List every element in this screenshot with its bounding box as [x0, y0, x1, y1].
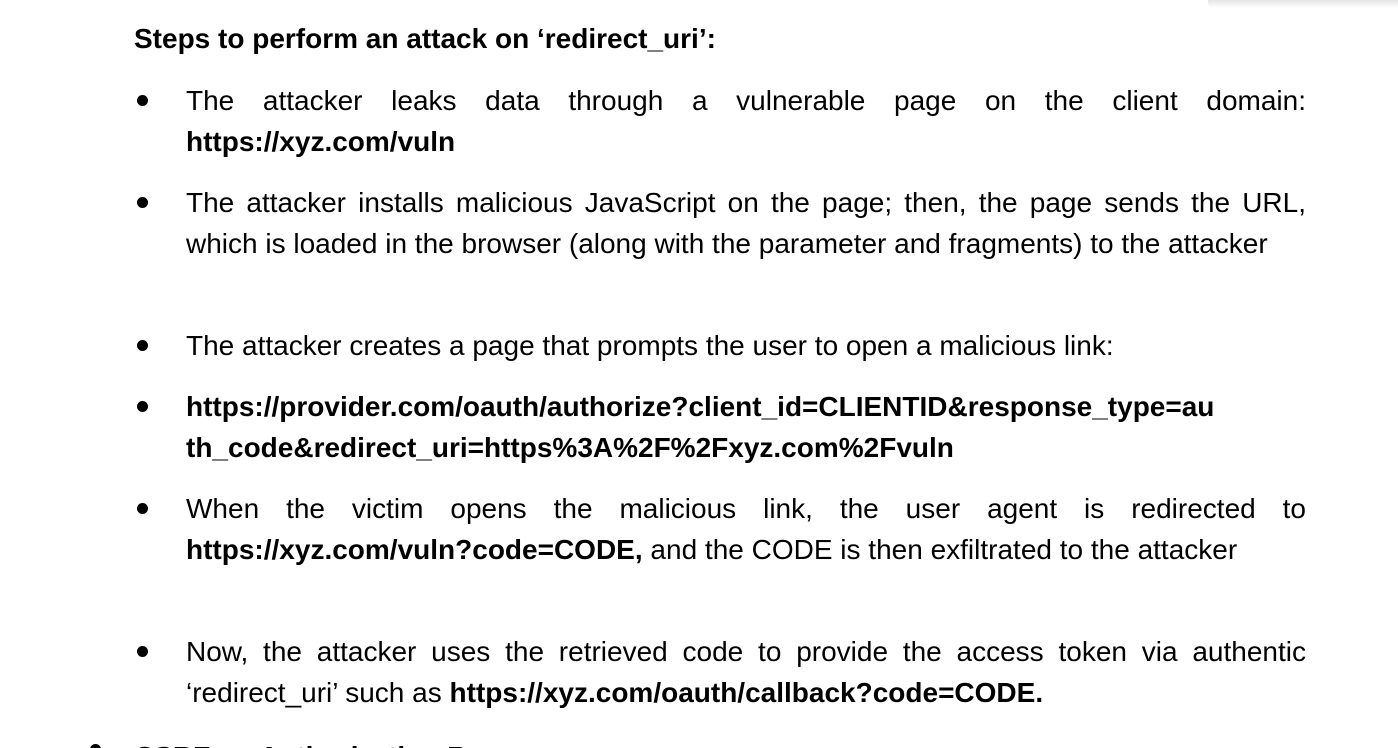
bullet-icon	[137, 340, 148, 351]
bullet-icon	[137, 401, 148, 412]
document-page: Steps to perform an attack on ‘redirect_…	[0, 0, 1398, 748]
step-text: The attacker creates a page that prompts…	[186, 325, 1306, 366]
step-text-part: The attacker installs malicious JavaScri…	[186, 187, 1306, 259]
step-text: When the victim opens the malicious link…	[186, 488, 1306, 570]
step-text: Now, the attacker uses the retrieved cod…	[186, 631, 1306, 713]
bullet-icon	[137, 197, 148, 208]
bullet-icon	[90, 744, 101, 748]
step-text-part: and the CODE is then exfiltrated to the …	[642, 534, 1238, 565]
bullet-icon	[137, 503, 148, 514]
step-link-text: https://xyz.com/vuln?code=CODE,	[186, 534, 643, 565]
next-section-heading: CSRF on Authorization Response	[134, 736, 581, 748]
step-text: The attacker leaks data through a vulner…	[186, 80, 1306, 162]
step-text-part: The attacker leaks data through a vulner…	[186, 85, 1306, 116]
step-link-text: https://provider.com/oauth/authorize?cli…	[186, 391, 1215, 463]
step-text-part: The attacker creates a page that prompts…	[186, 330, 1114, 361]
section-heading: Steps to perform an attack on ‘redirect_…	[134, 23, 716, 54]
bullet-icon	[137, 646, 148, 657]
step-text-part: When the victim opens the malicious link…	[186, 493, 1306, 524]
step-link-text: https://xyz.com/oauth/callback?code=CODE…	[449, 677, 1044, 708]
step-link-text: https://xyz.com/vuln	[186, 126, 456, 157]
step-text: https://provider.com/oauth/authorize?cli…	[186, 386, 1306, 468]
step-text: The attacker installs malicious JavaScri…	[186, 182, 1306, 264]
bullet-icon	[137, 95, 148, 106]
